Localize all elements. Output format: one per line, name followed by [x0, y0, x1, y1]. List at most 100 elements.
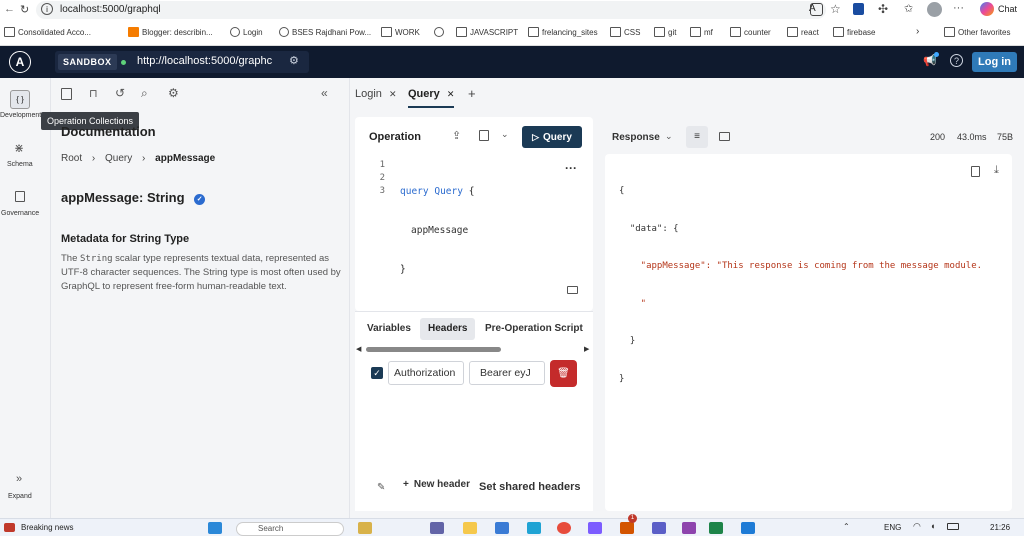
set-shared-headers-button[interactable]: Set shared headers	[479, 481, 581, 493]
bookmark-item[interactable]: BSES Rajdhani Pow...	[279, 27, 371, 37]
teams-chat-icon[interactable]	[652, 522, 666, 534]
login-button[interactable]: Log in	[972, 52, 1017, 72]
taskbar-search[interactable]	[236, 522, 344, 536]
tab-pre-operation-script[interactable]: Pre-Operation Script	[485, 323, 583, 334]
more-icon[interactable]: ···	[565, 161, 577, 175]
close-icon[interactable]: ✕	[447, 89, 455, 99]
share-icon[interactable]: ⇪	[452, 129, 461, 142]
search-icon[interactable]: ⌕	[141, 86, 148, 101]
chevron-down-icon[interactable]: ⌄	[501, 129, 509, 140]
bookmark-item[interactable]: WORK	[381, 27, 420, 37]
tab-query[interactable]: Query ✕	[408, 86, 455, 108]
collapse-icon[interactable]: «	[321, 86, 328, 100]
breadcrumb-query[interactable]: Query	[105, 153, 132, 164]
expand-icon[interactable]: »	[16, 473, 22, 485]
bookmark-item[interactable]: Blogger: describin...	[128, 27, 213, 37]
clock[interactable]: 21:26	[990, 523, 1010, 532]
tab-variables[interactable]: Variables	[367, 323, 411, 334]
address-bar[interactable]: i localhost:5000/graphql A	[36, 1, 826, 19]
extension-icon[interactable]	[853, 3, 864, 15]
bookmark-item[interactable]: frelancing_sites	[528, 27, 598, 37]
nav-governance-label[interactable]: Governance	[1, 210, 39, 217]
bookmark-item[interactable]: JAVASCRIPT	[456, 27, 518, 37]
run-query-button[interactable]: ▷ Query	[522, 126, 582, 148]
reload-icon[interactable]: ↻	[20, 3, 29, 16]
header-enabled-checkbox[interactable]: ✓	[371, 367, 383, 379]
windows-start-icon[interactable]	[208, 522, 222, 534]
edit-shared-icon[interactable]: ✎	[377, 482, 385, 493]
avatar[interactable]	[927, 2, 942, 17]
new-header-button[interactable]: + New header	[403, 479, 470, 490]
bookmark-item[interactable]: counter	[730, 27, 771, 37]
copilot-taskbar-icon[interactable]	[588, 522, 602, 534]
bookmark-item[interactable]: CSS	[610, 27, 640, 37]
scroll-left-icon[interactable]: ◀	[356, 345, 361, 353]
bookmark-item[interactable]	[434, 27, 444, 37]
help-icon[interactable]: ?	[950, 54, 963, 67]
chevron-down-icon[interactable]: ⌄	[665, 131, 673, 142]
text-view-icon[interactable]: ≡	[686, 126, 708, 148]
volume-icon[interactable]: ◖	[930, 521, 935, 531]
app-icon[interactable]	[620, 522, 634, 534]
vscode-icon[interactable]	[741, 522, 755, 534]
back-arrow-icon[interactable]: ←	[4, 3, 15, 15]
wifi-icon[interactable]: ◠	[913, 521, 921, 532]
add-tab-icon[interactable]: +	[468, 86, 476, 101]
download-icon[interactable]: ⤓	[994, 164, 999, 177]
file-explorer-icon[interactable]	[463, 522, 477, 534]
prettify-icon[interactable]	[567, 286, 578, 294]
apollo-logo[interactable]: A	[9, 51, 31, 73]
nav-schema-label[interactable]: Schema	[7, 161, 33, 168]
breadcrumb-root[interactable]: Root	[61, 153, 82, 164]
save-icon[interactable]	[479, 130, 489, 141]
bookmark-icon[interactable]: ⊓	[89, 87, 98, 100]
field-type[interactable]: String	[147, 190, 185, 205]
endpoint-input[interactable]: http://localhost:5000/graphc	[137, 55, 282, 67]
documentation-icon[interactable]	[61, 88, 72, 100]
chevron-right-icon[interactable]: ›	[916, 26, 919, 37]
tab-login[interactable]: Login ✕	[355, 86, 397, 108]
bookmark-item[interactable]: Login	[230, 27, 263, 37]
table-view-icon[interactable]	[719, 132, 730, 141]
chat-label[interactable]: Chat	[998, 4, 1017, 14]
nav-expand-label[interactable]: Expand	[8, 493, 32, 500]
chrome-icon[interactable]	[557, 522, 571, 534]
governance-icon[interactable]	[15, 191, 25, 202]
puzzle-icon[interactable]: ✣	[878, 2, 888, 16]
header-value-input[interactable]: Bearer eyJ	[469, 361, 545, 385]
delete-header-button[interactable]: 🗑	[550, 360, 577, 387]
info-icon[interactable]: i	[41, 3, 53, 15]
language-indicator[interactable]: ENG	[884, 523, 901, 532]
battery-icon[interactable]	[947, 523, 959, 530]
history-icon[interactable]: ↺	[115, 86, 125, 100]
edge-icon[interactable]	[527, 522, 541, 534]
query-editor[interactable]: query Query { appMessage }	[400, 159, 474, 302]
scroll-right-icon[interactable]: ▶	[584, 345, 589, 353]
store-icon[interactable]	[495, 522, 509, 534]
bookmark-item[interactable]: Consolidated Acco...	[4, 27, 91, 37]
header-key-input[interactable]: Authorization	[388, 361, 464, 385]
chevron-up-icon[interactable]: ⌃	[843, 522, 850, 531]
bookmark-item[interactable]: mf	[690, 27, 713, 37]
schema-icon[interactable]: ⋇	[14, 141, 24, 155]
bookmark-item[interactable]: firebase	[833, 27, 875, 37]
bookmark-item[interactable]: git	[654, 27, 676, 37]
horizontal-scrollbar[interactable]	[366, 347, 501, 352]
close-icon[interactable]: ✕	[389, 89, 397, 99]
copilot-icon[interactable]	[980, 2, 994, 16]
favorites-icon[interactable]: ✩	[904, 2, 913, 15]
gear-icon[interactable]: ⚙	[168, 86, 179, 100]
active-app-icon[interactable]	[709, 522, 723, 534]
widget-icon[interactable]	[358, 522, 372, 534]
tab-headers[interactable]: Headers	[420, 318, 476, 340]
settings-icon[interactable]: ⚙	[289, 54, 299, 67]
star-icon[interactable]: ☆	[830, 2, 841, 16]
teams-icon[interactable]	[430, 522, 444, 534]
development-icon[interactable]: { }	[10, 90, 30, 109]
onenote-icon[interactable]	[682, 522, 696, 534]
bookmark-item[interactable]: Other favorites	[944, 27, 1010, 37]
translate-icon[interactable]	[810, 3, 823, 16]
bookmark-item[interactable]: react	[787, 27, 819, 37]
news-icon[interactable]	[4, 523, 15, 532]
news-label[interactable]: Breaking news	[21, 523, 73, 532]
